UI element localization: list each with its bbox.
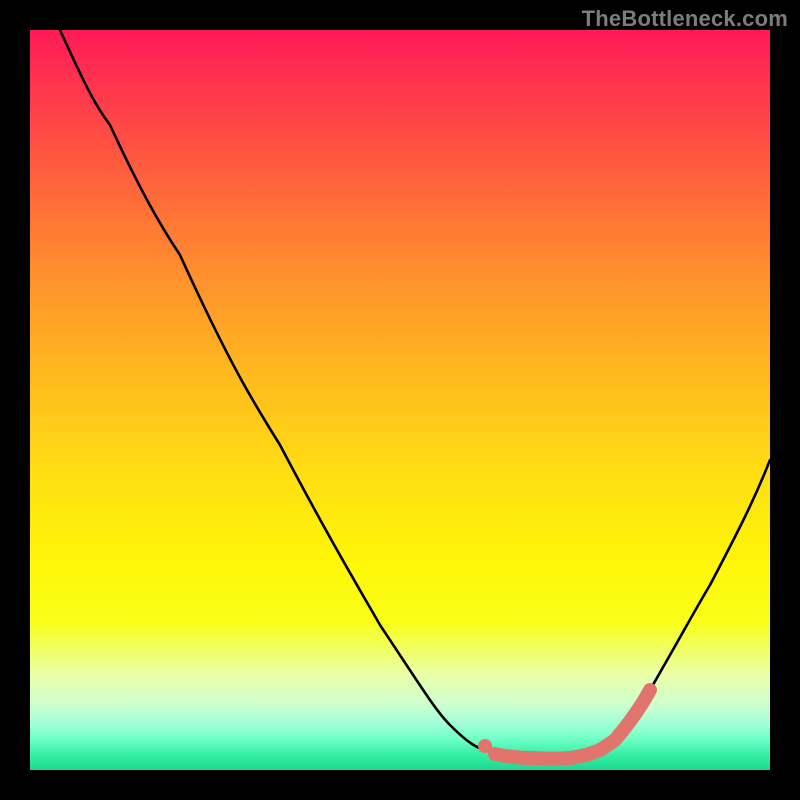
chart-frame: TheBottleneck.com (0, 0, 800, 800)
highlight-dot-2 (488, 747, 502, 761)
highlight-rise (600, 690, 650, 750)
plot-area (30, 30, 770, 770)
bottleneck-curve (60, 30, 770, 759)
highlight-flat (500, 750, 600, 759)
chart-svg (30, 30, 770, 770)
watermark-text: TheBottleneck.com (582, 6, 788, 32)
